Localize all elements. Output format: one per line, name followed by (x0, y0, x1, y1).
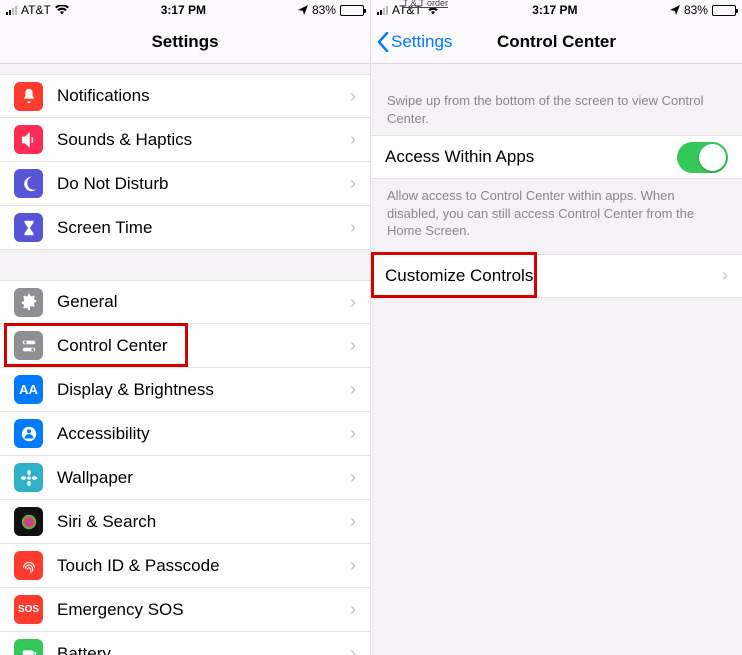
row-label: Sounds & Haptics (57, 130, 340, 150)
settings-row-general[interactable]: General › (0, 280, 370, 324)
row-label: Wallpaper (57, 468, 340, 488)
moon-icon (14, 169, 43, 198)
settings-list: Notifications›Sounds & Haptics›Do Not Di… (0, 64, 370, 655)
chevron-right-icon: › (350, 599, 356, 620)
settings-root-pane: AT&T 3:17 PM 83% Settings Notifications ›… (0, 0, 371, 655)
row-label: General (57, 292, 340, 312)
chevron-right-icon: › (350, 511, 356, 532)
clock: 3:17 PM (161, 3, 206, 17)
sos-icon: SOS (14, 595, 43, 624)
status-left: AT&T (6, 3, 69, 17)
carrier-label: AT&T (21, 3, 51, 17)
battery-icon (712, 5, 736, 16)
settings-row-screen-time[interactable]: Screen Time › (0, 206, 370, 250)
navbar: Settings (0, 20, 370, 64)
row-label: Touch ID & Passcode (57, 556, 340, 576)
back-button[interactable]: Settings (371, 32, 452, 52)
cellular-signal-icon (377, 6, 388, 15)
status-right: 83% (298, 3, 364, 17)
chevron-left-icon (377, 32, 389, 52)
clock: 3:17 PM (532, 3, 577, 17)
bell-icon (14, 82, 43, 111)
control-center-content: Swipe up from the bottom of the screen t… (371, 64, 742, 655)
settings-row-notifications[interactable]: Notifications › (0, 74, 370, 118)
customize-controls-label: Customize Controls (385, 266, 712, 286)
row-label: Notifications (57, 86, 340, 106)
aa-icon: AA (14, 375, 43, 404)
customize-controls-row[interactable]: Customize Controls › (371, 254, 742, 298)
row-label: Screen Time (57, 218, 340, 238)
chevron-right-icon: › (350, 335, 356, 356)
chevron-right-icon: › (350, 643, 356, 655)
settings-row-sounds-haptics[interactable]: Sounds & Haptics › (0, 118, 370, 162)
settings-row-wallpaper[interactable]: Wallpaper › (0, 456, 370, 500)
status-bar: AT&T 3:17 PM 83% T & T order (371, 0, 742, 20)
row-label: Control Center (57, 336, 340, 356)
chevron-right-icon: › (350, 173, 356, 194)
chevron-right-icon: › (350, 555, 356, 576)
intro-text: Swipe up from the bottom of the screen t… (371, 64, 742, 135)
cellular-signal-icon (6, 6, 17, 15)
page-title: Settings (0, 32, 370, 52)
settings-row-accessibility[interactable]: Accessibility › (0, 412, 370, 456)
row-label: Do Not Disturb (57, 174, 340, 194)
chevron-right-icon: › (350, 423, 356, 444)
battery-percent: 83% (312, 3, 336, 17)
chevron-right-icon: › (350, 129, 356, 150)
chevron-right-icon: › (350, 379, 356, 400)
chevron-right-icon: › (722, 265, 728, 286)
siri-icon (14, 507, 43, 536)
access-within-apps-toggle[interactable] (677, 142, 728, 173)
row-label: Accessibility (57, 424, 340, 444)
fingerprint-icon (14, 551, 43, 580)
hourglass-icon (14, 213, 43, 242)
row-label: Emergency SOS (57, 600, 340, 620)
flower-icon (14, 463, 43, 492)
access-within-apps-row[interactable]: Access Within Apps (371, 135, 742, 179)
control-center-pane: AT&T 3:17 PM 83% T & T order Settings Co… (371, 0, 742, 655)
status-bar: AT&T 3:17 PM 83% (0, 0, 370, 20)
back-label: Settings (391, 32, 452, 52)
navbar: Settings Control Center (371, 20, 742, 64)
person-icon (14, 419, 43, 448)
battery-icon (14, 639, 43, 655)
access-within-apps-label: Access Within Apps (385, 147, 677, 167)
status-right: 83% (670, 3, 736, 17)
switches-icon (14, 331, 43, 360)
location-icon (670, 5, 680, 15)
settings-row-emergency-sos[interactable]: SOS Emergency SOS › (0, 588, 370, 632)
speaker-icon (14, 125, 43, 154)
chevron-right-icon: › (350, 467, 356, 488)
settings-row-touch-id-passcode[interactable]: Touch ID & Passcode › (0, 544, 370, 588)
settings-row-battery[interactable]: Battery › (0, 632, 370, 655)
settings-row-do-not-disturb[interactable]: Do Not Disturb › (0, 162, 370, 206)
wifi-icon (55, 5, 69, 15)
overlay-stray-text: T & T order (403, 0, 448, 8)
settings-row-siri-search[interactable]: Siri & Search › (0, 500, 370, 544)
battery-percent: 83% (684, 3, 708, 17)
row-label: Display & Brightness (57, 380, 340, 400)
settings-row-control-center[interactable]: Control Center › (0, 324, 370, 368)
gear-icon (14, 288, 43, 317)
row-label: Battery (57, 644, 340, 655)
chevron-right-icon: › (350, 217, 356, 238)
access-footer-text: Allow access to Control Center within ap… (371, 179, 742, 248)
settings-row-display-brightness[interactable]: AA Display & Brightness › (0, 368, 370, 412)
battery-icon (340, 5, 364, 16)
chevron-right-icon: › (350, 86, 356, 107)
location-icon (298, 5, 308, 15)
row-label: Siri & Search (57, 512, 340, 532)
chevron-right-icon: › (350, 292, 356, 313)
